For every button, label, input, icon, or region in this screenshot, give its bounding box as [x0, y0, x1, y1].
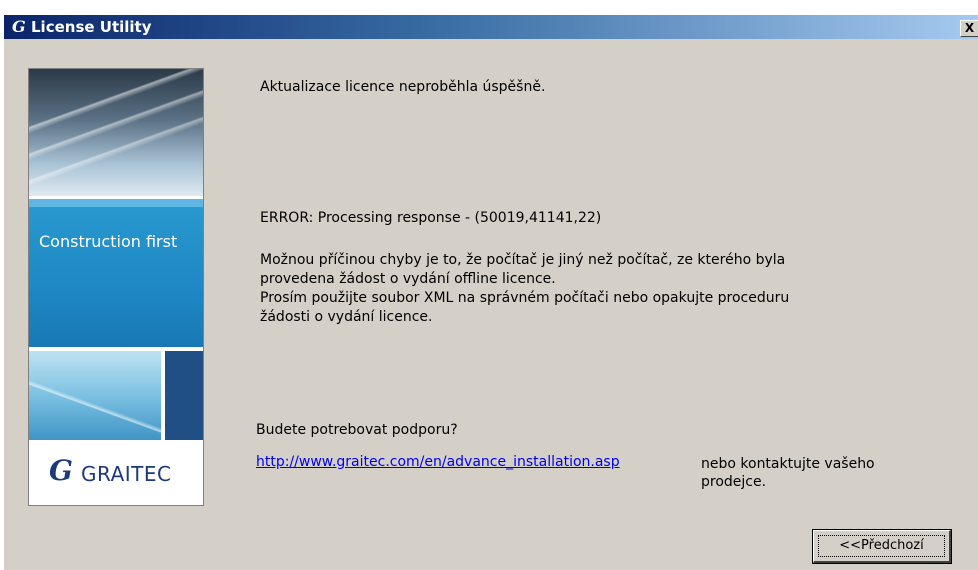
explanation-line-3: Prosím použijte soubor XML na správném p…	[260, 290, 790, 306]
banner-slogan: Construction first	[39, 232, 178, 251]
side-banner: Construction first G GRAITEC	[28, 68, 204, 506]
previous-button-label: <<Předchozí	[839, 538, 924, 553]
explanation-line-1: Možnou příčinou chyby je to, že počítač …	[260, 252, 786, 268]
explanation-line-4: žádosti o vydání licence.	[260, 309, 433, 325]
support-link[interactable]: http://www.graitec.com/en/advance_instal…	[256, 452, 620, 472]
graitec-wordmark: GRAITEC	[81, 462, 172, 486]
contact-line-2: prodejce.	[701, 474, 767, 489]
banner-bridge-image	[29, 351, 161, 440]
window-title: License Utility	[31, 18, 152, 36]
close-icon: X	[964, 21, 975, 35]
close-button[interactable]: X	[960, 20, 978, 37]
banner-blue-panel	[29, 199, 203, 347]
title-bar[interactable]: G License Utility X	[4, 15, 978, 39]
graitec-logo-icon: G	[49, 454, 73, 487]
previous-button[interactable]: <<Předchozí	[812, 529, 952, 564]
support-question: Budete potrebovat podporu?	[256, 422, 458, 438]
banner-stripe	[29, 199, 203, 207]
error-message: ERROR: Processing response - (50019,4114…	[260, 210, 602, 226]
license-utility-window: G License Utility X Construction first G…	[3, 14, 978, 570]
graitec-logo-icon: G	[12, 17, 26, 36]
banner-building-image	[29, 69, 203, 196]
explanation-line-2: provedena žádost o vydání offline licenc…	[260, 271, 556, 287]
contact-line-1: nebo kontaktujte vašeho	[701, 456, 875, 472]
banner-dark-block	[165, 351, 203, 440]
status-message: Aktualizace licence neproběhla úspěšně.	[260, 79, 546, 95]
